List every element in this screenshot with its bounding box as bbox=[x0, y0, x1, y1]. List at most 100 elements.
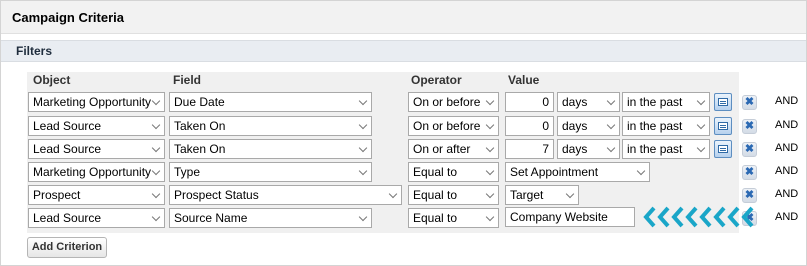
unit-select[interactable]: days bbox=[557, 116, 620, 136]
object-select[interactable]: Marketing Opportunity bbox=[28, 162, 165, 182]
direction-select[interactable]: in the past bbox=[622, 92, 710, 112]
object-select[interactable]: Marketing Opportunity bbox=[28, 92, 165, 112]
unit-select-value: days bbox=[562, 142, 588, 156]
value-select[interactable]: Set Appointment bbox=[505, 162, 650, 182]
and-label: AND bbox=[775, 142, 799, 154]
value-select-value: Set Appointment bbox=[510, 165, 599, 179]
close-icon[interactable]: ✖ bbox=[742, 142, 757, 157]
field-select[interactable]: Source Name bbox=[169, 208, 372, 228]
and-label: AND bbox=[775, 211, 799, 223]
column-header-object: Object bbox=[33, 73, 71, 87]
field-select[interactable]: Due Date bbox=[169, 92, 372, 112]
chevron-down-icon bbox=[485, 96, 495, 106]
value-number-input[interactable]: 0 bbox=[505, 92, 554, 112]
and-label: AND bbox=[775, 165, 799, 177]
operator-select[interactable]: On or after bbox=[408, 139, 499, 159]
chevron-down-icon bbox=[636, 166, 646, 176]
object-select[interactable]: Lead Source bbox=[28, 139, 165, 159]
operator-select[interactable]: Equal to bbox=[408, 162, 499, 182]
direction-select-value: in the past bbox=[627, 142, 683, 156]
object-select-value: Marketing Opportunity bbox=[33, 165, 152, 179]
value-select[interactable]: Target bbox=[505, 185, 579, 205]
chevron-down-icon bbox=[358, 212, 368, 222]
unit-select[interactable]: days bbox=[557, 92, 620, 112]
chevron-down-icon bbox=[358, 166, 368, 176]
object-select[interactable]: Lead Source bbox=[28, 116, 165, 136]
panel-title: Campaign Criteria bbox=[12, 10, 124, 25]
operator-select-value: Equal to bbox=[413, 188, 458, 202]
value-text-input[interactable]: Company Website bbox=[505, 207, 635, 227]
value-number-input[interactable]: 0 bbox=[505, 116, 554, 136]
column-header-operator: Operator bbox=[411, 73, 462, 87]
direction-select[interactable]: in the past bbox=[622, 139, 710, 159]
operator-select-value: On or after bbox=[413, 142, 471, 156]
field-select[interactable]: Prospect Status bbox=[169, 185, 402, 205]
field-select[interactable]: Taken On bbox=[169, 139, 372, 159]
chevron-down-icon bbox=[151, 189, 161, 199]
direction-select-value: in the past bbox=[627, 95, 683, 109]
field-select-value: Source Name bbox=[174, 211, 248, 225]
chevron-down-icon bbox=[696, 120, 706, 130]
operator-select[interactable]: On or before bbox=[408, 92, 499, 112]
field-select-value: Prospect Status bbox=[174, 188, 259, 202]
chevron-down-icon bbox=[696, 143, 706, 153]
operator-select[interactable]: Equal to bbox=[408, 185, 499, 205]
close-icon[interactable]: ✖ bbox=[742, 188, 757, 203]
chevron-down-icon bbox=[358, 120, 368, 130]
chevron-down-icon bbox=[565, 189, 575, 199]
filters-section-header: Filters bbox=[1, 40, 806, 62]
field-select-value: Taken On bbox=[174, 119, 226, 133]
direction-select[interactable]: in the past bbox=[622, 116, 710, 136]
chevron-down-icon bbox=[485, 120, 495, 130]
object-select-value: Prospect bbox=[33, 188, 81, 202]
chevron-down-icon bbox=[358, 96, 368, 106]
field-select[interactable]: Type bbox=[169, 162, 372, 182]
object-select-value: Lead Source bbox=[33, 211, 102, 225]
chevron-down-icon bbox=[606, 120, 616, 130]
calendar-icon[interactable] bbox=[714, 117, 732, 135]
unit-select-value: days bbox=[562, 95, 588, 109]
add-criterion-button[interactable]: Add Criterion bbox=[27, 237, 107, 258]
chevron-down-icon bbox=[358, 143, 368, 153]
operator-select[interactable]: Equal to bbox=[408, 208, 499, 228]
and-label: AND bbox=[775, 95, 799, 107]
object-select[interactable]: Lead Source bbox=[28, 208, 165, 228]
chevron-down-icon bbox=[606, 96, 616, 106]
close-icon[interactable]: ✖ bbox=[742, 95, 757, 110]
close-icon[interactable]: ✖ bbox=[742, 165, 757, 180]
chevron-down-icon bbox=[696, 96, 706, 106]
panel-header: Campaign Criteria bbox=[1, 1, 806, 34]
calendar-icon[interactable] bbox=[714, 93, 732, 111]
field-select-value: Taken On bbox=[174, 142, 226, 156]
calendar-icon[interactable] bbox=[714, 140, 732, 158]
object-select[interactable]: Prospect bbox=[28, 185, 165, 205]
chevron-down-icon bbox=[151, 96, 161, 106]
operator-select-value: Equal to bbox=[413, 211, 458, 225]
object-select-value: Lead Source bbox=[33, 119, 102, 133]
chevron-left-icon bbox=[643, 206, 754, 228]
object-select-value: Lead Source bbox=[33, 142, 102, 156]
chevron-down-icon bbox=[485, 189, 495, 199]
operator-select[interactable]: On or before bbox=[408, 116, 499, 136]
unit-select[interactable]: days bbox=[557, 139, 620, 159]
value-number-input[interactable]: 7 bbox=[505, 139, 554, 159]
operator-select-value: Equal to bbox=[413, 165, 458, 179]
chevron-down-icon bbox=[151, 166, 161, 176]
chevron-down-icon bbox=[151, 120, 161, 130]
field-select[interactable]: Taken On bbox=[169, 116, 372, 136]
and-label: AND bbox=[775, 188, 799, 200]
chevron-down-icon bbox=[485, 143, 495, 153]
chevron-down-icon bbox=[485, 166, 495, 176]
unit-select-value: days bbox=[562, 119, 588, 133]
value-select-value: Target bbox=[510, 188, 544, 202]
chevron-down-icon bbox=[485, 212, 495, 222]
column-header-field: Field bbox=[173, 73, 202, 87]
operator-select-value: On or before bbox=[413, 119, 481, 133]
close-icon[interactable]: ✖ bbox=[742, 119, 757, 134]
campaign-criteria-panel: Campaign Criteria Filters Object Field O… bbox=[0, 0, 807, 266]
column-header-value: Value bbox=[508, 73, 540, 87]
and-label: AND bbox=[775, 119, 799, 131]
field-select-value: Type bbox=[174, 165, 201, 179]
chevron-down-icon bbox=[606, 143, 616, 153]
filters-title: Filters bbox=[16, 44, 53, 58]
